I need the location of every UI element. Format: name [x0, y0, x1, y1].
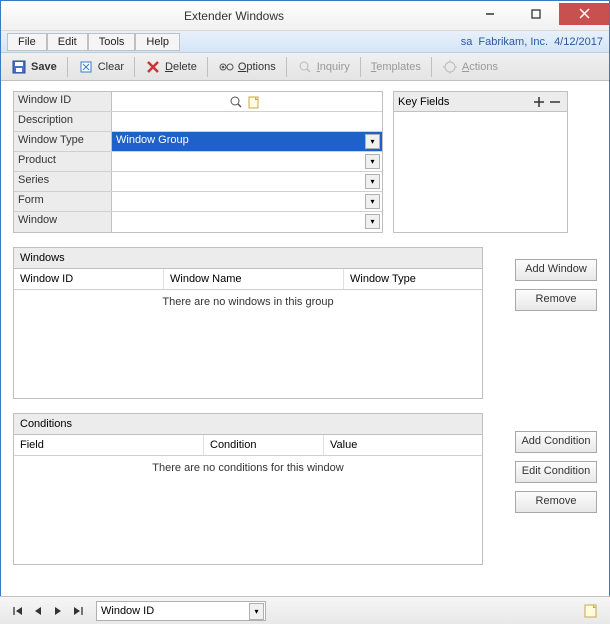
minimize-button[interactable]	[467, 3, 513, 25]
nav-next-button[interactable]	[50, 603, 66, 619]
chevron-down-icon[interactable]: ▾	[365, 194, 380, 209]
clear-label: Clear	[98, 61, 124, 73]
note-icon[interactable]	[582, 602, 600, 620]
conditions-panel: Conditions Field Condition Value There a…	[13, 413, 483, 565]
window-field-label: Window	[14, 212, 112, 232]
actions-icon	[442, 59, 458, 75]
options-label: Options	[238, 61, 276, 73]
keyfields-label: Key Fields	[398, 96, 449, 108]
menu-help[interactable]: Help	[135, 33, 180, 51]
edit-condition-button[interactable]: Edit Condition	[515, 461, 597, 483]
toolbar: Save Clear Delete Options Inquiry Templa…	[1, 53, 609, 81]
window-title: Extender Windows	[1, 9, 467, 23]
windows-grid-empty: There are no windows in this group	[14, 290, 482, 398]
navbar: Window ID ▾	[0, 596, 610, 624]
maximize-button[interactable]	[513, 3, 559, 25]
status-company[interactable]: Fabrikam, Inc.	[478, 36, 548, 48]
lookup-icon[interactable]	[228, 94, 244, 110]
add-window-button[interactable]: Add Window	[515, 259, 597, 281]
nav-last-button[interactable]	[70, 603, 86, 619]
clear-button[interactable]: Clear	[72, 57, 130, 77]
form-field-label: Form	[14, 192, 112, 211]
nav-sort-select[interactable]: Window ID ▾	[96, 601, 266, 621]
chevron-down-icon[interactable]: ▾	[365, 174, 380, 189]
window-id-label: Window ID	[14, 92, 112, 111]
conditions-side-buttons: Add Condition Edit Condition Remove	[515, 431, 597, 513]
add-condition-button[interactable]: Add Condition	[515, 431, 597, 453]
windows-panel-header: Windows	[14, 248, 482, 269]
delete-button[interactable]: Delete	[139, 57, 203, 77]
templates-button[interactable]: Templates	[365, 59, 427, 75]
actions-label: Actions	[462, 61, 498, 73]
window-id-input[interactable]	[112, 92, 230, 111]
nav-prev-button[interactable]	[30, 603, 46, 619]
description-input[interactable]	[112, 112, 382, 131]
conditions-panel-header: Conditions	[14, 414, 482, 435]
status-area: sa Fabrikam, Inc. 4/12/2017	[461, 36, 603, 48]
delete-icon	[145, 59, 161, 75]
options-button[interactable]: Options	[212, 57, 282, 77]
keyfields-panel: Key Fields	[393, 91, 568, 233]
menubar: File Edit Tools Help sa Fabrikam, Inc. 4…	[1, 31, 609, 53]
window-type-label: Window Type	[14, 132, 112, 151]
close-button[interactable]	[559, 3, 609, 25]
col-window-type[interactable]: Window Type	[344, 269, 482, 289]
inquiry-icon	[297, 59, 313, 75]
description-label: Description	[14, 112, 112, 131]
nav-first-button[interactable]	[10, 603, 26, 619]
product-label: Product	[14, 152, 112, 171]
conditions-grid-header: Field Condition Value	[14, 435, 482, 456]
delete-label: Delete	[165, 61, 197, 73]
col-value[interactable]: Value	[324, 435, 482, 455]
chevron-down-icon[interactable]: ▾	[365, 214, 380, 229]
titlebar: Extender Windows	[1, 1, 609, 31]
save-icon	[11, 59, 27, 75]
add-keyfield-button[interactable]	[531, 94, 547, 110]
chevron-down-icon[interactable]: ▾	[365, 134, 380, 149]
status-user[interactable]: sa	[461, 36, 473, 48]
windows-panel: Windows Window ID Window Name Window Typ…	[13, 247, 483, 399]
new-record-icon[interactable]	[246, 94, 262, 110]
form-select[interactable]	[112, 192, 382, 211]
chevron-down-icon[interactable]: ▾	[365, 154, 380, 169]
series-select[interactable]	[112, 172, 382, 191]
form-grid: Window ID Description Window Type Window…	[13, 91, 383, 233]
col-window-name[interactable]: Window Name	[164, 269, 344, 289]
windows-grid-header: Window ID Window Name Window Type	[14, 269, 482, 290]
nav-sort-value: Window ID	[101, 605, 154, 617]
col-field[interactable]: Field	[14, 435, 204, 455]
remove-window-button[interactable]: Remove	[515, 289, 597, 311]
col-condition[interactable]: Condition	[204, 435, 324, 455]
menu-file[interactable]: File	[7, 33, 47, 51]
options-icon	[218, 59, 234, 75]
status-date[interactable]: 4/12/2017	[554, 36, 603, 48]
product-select[interactable]	[112, 152, 382, 171]
actions-button[interactable]: Actions	[436, 57, 504, 77]
menu-edit[interactable]: Edit	[47, 33, 88, 51]
remove-condition-button[interactable]: Remove	[515, 491, 597, 513]
menu-tools[interactable]: Tools	[88, 33, 136, 51]
save-label: Save	[31, 61, 57, 73]
remove-keyfield-button[interactable]	[547, 94, 563, 110]
keyfields-list[interactable]	[394, 112, 567, 230]
conditions-grid-empty: There are no conditions for this window	[14, 456, 482, 564]
window-select[interactable]	[112, 212, 382, 232]
templates-label: Templates	[371, 61, 421, 73]
series-label: Series	[14, 172, 112, 191]
window-type-select[interactable]: Window Group	[112, 132, 382, 151]
content-area: Window ID Description Window Type Window…	[1, 81, 609, 593]
inquiry-label: Inquiry	[317, 61, 350, 73]
windows-side-buttons: Add Window Remove	[515, 259, 597, 311]
col-window-id[interactable]: Window ID	[14, 269, 164, 289]
save-button[interactable]: Save	[5, 57, 63, 77]
inquiry-button[interactable]: Inquiry	[291, 57, 356, 77]
chevron-down-icon[interactable]: ▾	[249, 603, 264, 620]
clear-icon	[78, 59, 94, 75]
